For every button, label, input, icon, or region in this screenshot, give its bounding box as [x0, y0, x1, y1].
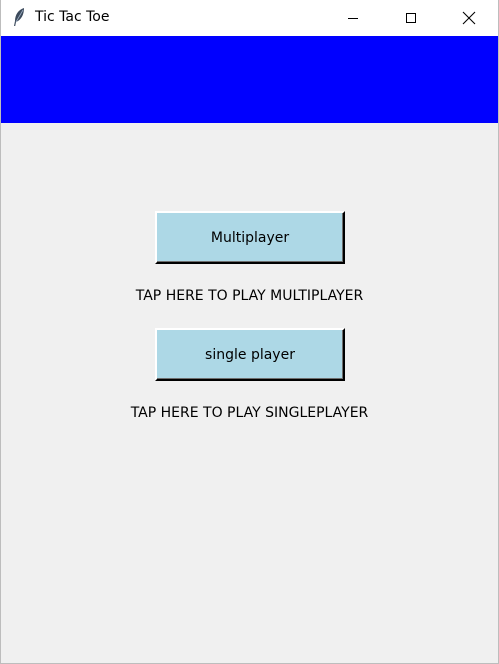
multiplayer-caption: TAP HERE TO PLAY MULTIPLAYER — [135, 288, 364, 304]
maximize-button[interactable] — [388, 0, 434, 36]
app-window: Tic Tac Toe Multiplayer TAP HERE TO PLAY… — [0, 0, 499, 664]
title-bar[interactable]: Tic Tac Toe — [1, 0, 498, 36]
multiplayer-button[interactable]: Multiplayer — [155, 211, 345, 264]
close-button[interactable] — [446, 0, 492, 36]
header-banner — [1, 36, 498, 123]
window-title: Tic Tac Toe — [35, 9, 110, 25]
singleplayer-button[interactable]: single player — [155, 328, 345, 381]
minimize-button[interactable] — [330, 0, 376, 36]
feather-icon — [14, 8, 24, 26]
singleplayer-caption: TAP HERE TO PLAY SINGLEPLAYER — [130, 405, 369, 421]
close-icon — [462, 11, 476, 25]
maximize-icon — [406, 13, 416, 23]
minimize-icon — [348, 18, 358, 19]
